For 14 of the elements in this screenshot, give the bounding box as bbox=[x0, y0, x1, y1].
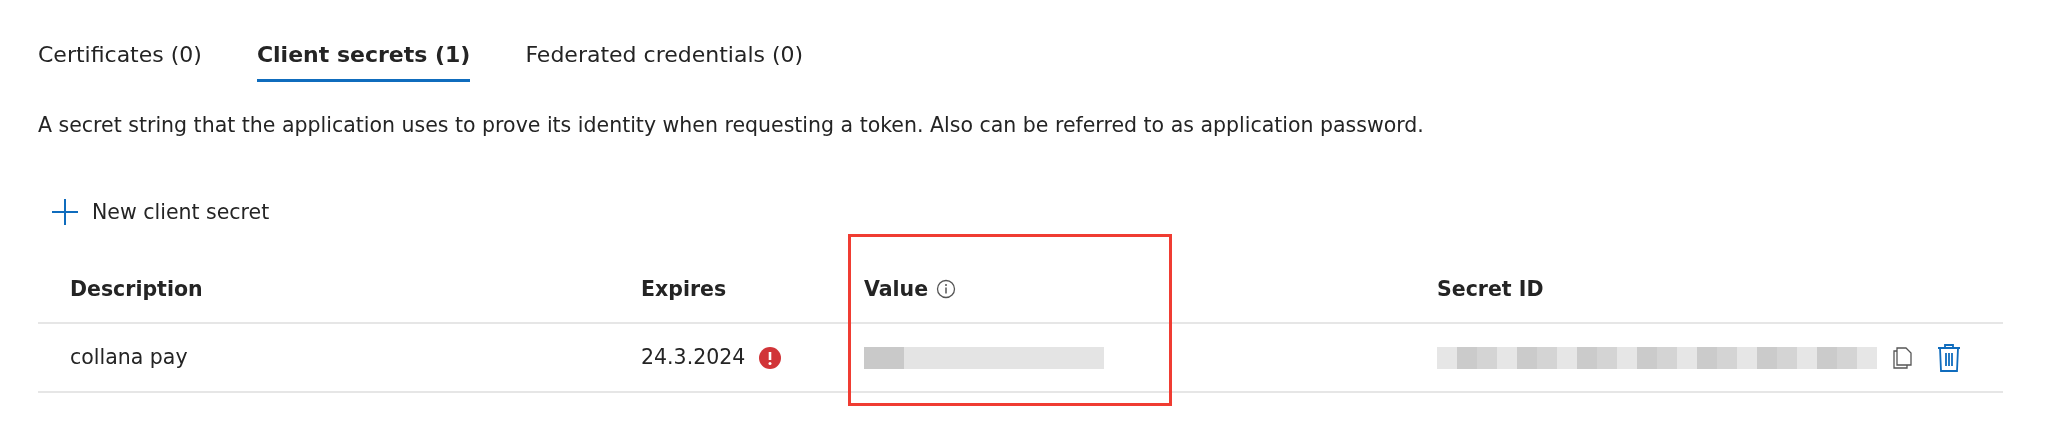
delete-button[interactable] bbox=[1937, 342, 1961, 373]
tab[interactable]: Client secrets (1) bbox=[256, 38, 471, 82]
tab[interactable]: Certificates (0) bbox=[38, 38, 202, 82]
column-header: Expires bbox=[641, 275, 727, 303]
table-cell-text: collana pay bbox=[70, 344, 188, 372]
table-cell-text: 24.3.2024 bbox=[641, 344, 746, 372]
column-header: Description bbox=[70, 275, 203, 303]
description-text: A secret string that the application uses to prove its identity when requesting a token. Also can be referred to as application password. bbox=[38, 112, 1425, 139]
column-header: Secret ID bbox=[1437, 275, 1544, 303]
new-client-secret-button[interactable]: New client secret bbox=[52, 196, 270, 228]
tab[interactable]: Federated credentials (0) bbox=[525, 38, 804, 82]
info-icon[interactable] bbox=[936, 278, 957, 299]
plus-icon bbox=[52, 199, 78, 226]
column-header: Value bbox=[864, 275, 929, 303]
